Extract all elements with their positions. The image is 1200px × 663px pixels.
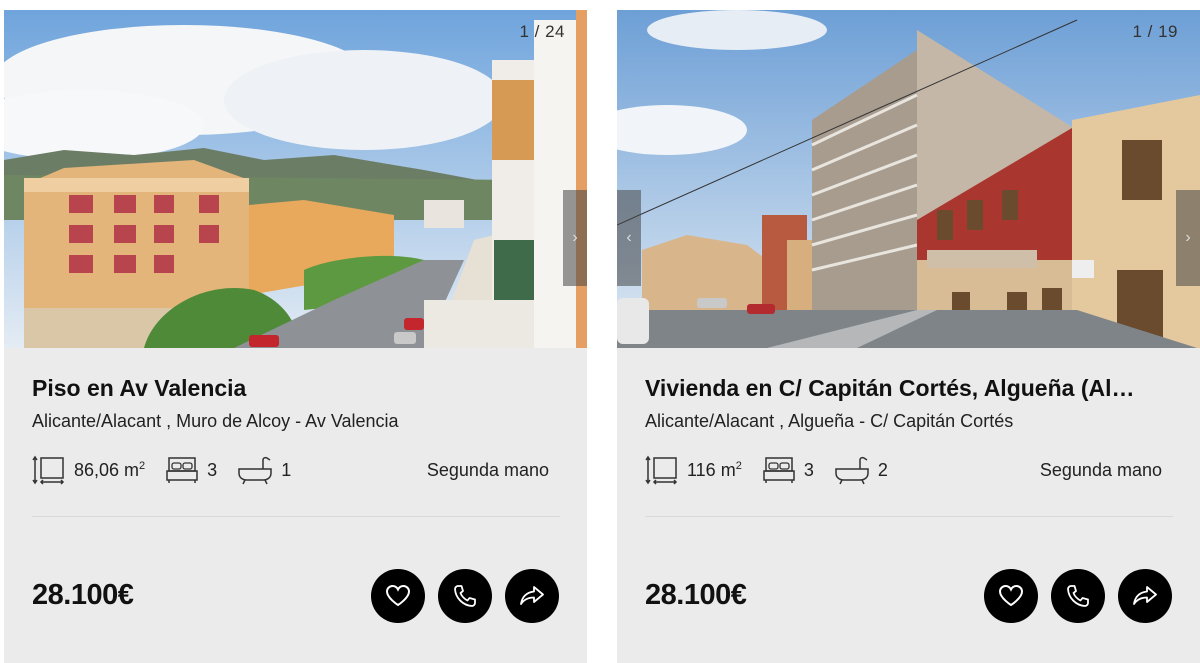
listing-title[interactable]: Vivienda en C/ Capitán Cortés, Algueña (… [645, 374, 1175, 402]
listing-price: 28.100€ [645, 579, 747, 611]
listing-features: 86,06 m2 3 1 Segunda mano [32, 450, 559, 490]
action-buttons [984, 569, 1172, 623]
bed-icon [166, 457, 198, 483]
listing-location: Alicante/Alacant , Algueña - C/ Capitán … [645, 411, 1014, 431]
bedrooms-feature: 3 [165, 455, 217, 485]
heart-icon [385, 584, 411, 607]
bed-icon [763, 457, 795, 483]
area-unit-sup: 2 [735, 460, 742, 472]
bedrooms-count: 3 [803, 459, 814, 480]
phone-icon [454, 585, 476, 607]
action-buttons [371, 569, 559, 623]
area-unit-sup: 2 [139, 460, 146, 472]
area-feature: 86,06 m2 [32, 454, 145, 486]
call-button[interactable] [1051, 569, 1105, 623]
bathrooms-feature: 2 [834, 455, 888, 485]
chevron-right-icon: › [1185, 229, 1191, 246]
listing-photo[interactable]: 1 / 24 › [4, 10, 587, 348]
favorite-button[interactable] [371, 569, 425, 623]
listing-price: 28.100€ [32, 579, 134, 611]
listing-location: Alicante/Alacant , Muro de Alcoy - Av Va… [32, 411, 399, 431]
next-photo-arrow[interactable]: › [563, 190, 587, 286]
listing-photo[interactable]: 1 / 19 ‹ › [617, 10, 1200, 348]
bedrooms-feature: 3 [762, 455, 814, 485]
bath-icon [835, 456, 869, 485]
street-photo [4, 10, 587, 348]
area-icon [645, 455, 678, 485]
chevron-right-icon: › [572, 229, 578, 246]
area-value: 86,06 m [74, 459, 140, 480]
area-value: 116 m [687, 459, 736, 480]
condition-label: Segunda mano [1039, 460, 1162, 480]
bedrooms-count: 3 [207, 459, 218, 480]
divider [645, 516, 1173, 517]
bathrooms-count: 1 [281, 459, 292, 480]
listing-title[interactable]: Piso en Av Valencia [32, 374, 562, 402]
divider [32, 516, 560, 517]
previous-photo-arrow[interactable]: ‹ [617, 190, 641, 286]
listing-card[interactable]: 1 / 19 ‹ › Vivienda en C/ Capitán Cortés… [617, 10, 1200, 663]
share-button[interactable] [1118, 569, 1172, 623]
street-photo [617, 10, 1200, 348]
photo-counter: 1 / 19 [1132, 22, 1178, 41]
bath-icon [238, 456, 272, 485]
phone-icon [1067, 585, 1089, 607]
condition-label: Segunda mano [426, 460, 549, 480]
chevron-left-icon: ‹ [626, 229, 632, 246]
heart-icon [998, 584, 1024, 607]
next-photo-arrow[interactable]: › [1176, 190, 1200, 286]
share-button[interactable] [505, 569, 559, 623]
bathrooms-feature: 1 [237, 455, 291, 485]
area-feature: 116 m2 [645, 454, 742, 486]
call-button[interactable] [438, 569, 492, 623]
bathrooms-count: 2 [877, 459, 888, 480]
share-icon [520, 586, 544, 605]
listing-features: 116 m2 3 2 Segunda mano [645, 450, 1172, 490]
listing-card[interactable]: 1 / 24 › Piso en Av Valencia Alicante/Al… [4, 10, 587, 663]
favorite-button[interactable] [984, 569, 1038, 623]
share-icon [1133, 586, 1157, 605]
area-icon [32, 455, 65, 485]
photo-counter: 1 / 24 [519, 22, 565, 41]
